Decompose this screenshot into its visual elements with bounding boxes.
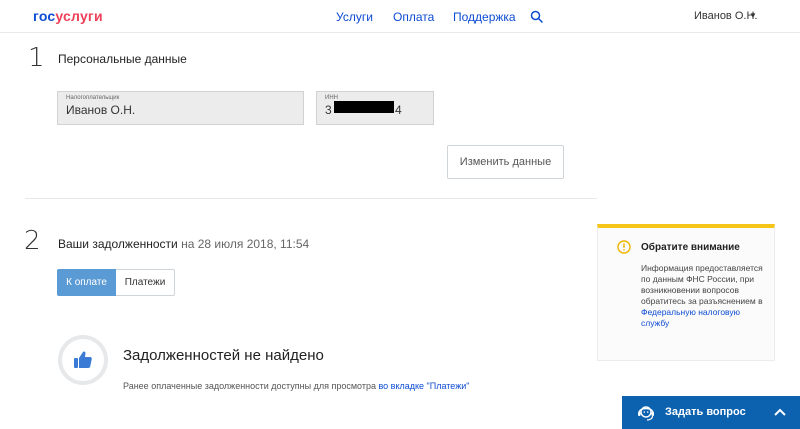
- ask-question-label: Задать вопрос: [665, 406, 746, 418]
- section-title-personal-data: Персональные данные: [58, 52, 187, 66]
- section-title-debts: Ваши задолженности на 28 июля 2018, 11:5…: [58, 237, 309, 251]
- tab-payments[interactable]: Платежи: [116, 269, 175, 296]
- notice-text: Информация предоставляется по данным ФНС…: [641, 263, 766, 329]
- chevron-down-icon[interactable]: ▼: [749, 11, 757, 20]
- debts-date: на 28 июля 2018, 11:54: [177, 237, 310, 251]
- empty-state-note-text: Ранее оплаченные задолженности доступны …: [123, 381, 379, 391]
- empty-state-note: Ранее оплаченные задолженности доступны …: [123, 381, 469, 391]
- search-icon[interactable]: [530, 10, 544, 24]
- edit-data-button[interactable]: Изменить данные: [447, 145, 564, 179]
- notice-body: Информация предоставляется по данным ФНС…: [641, 263, 763, 306]
- top-header: госуслуги Услуги Оплата Поддержка Иванов…: [0, 0, 800, 33]
- inn-field: ИНН 3 4: [316, 91, 434, 125]
- taxpayer-label: Налогоплательщик: [66, 95, 120, 101]
- chevron-up-icon[interactable]: [773, 405, 787, 419]
- step-number-1: 1: [28, 43, 45, 73]
- fns-link[interactable]: Федеральную налоговую службу: [641, 307, 740, 328]
- ask-question-button[interactable]: Задать вопрос: [622, 396, 800, 429]
- taxpayer-value: Иванов О.Н.: [66, 103, 136, 117]
- logo-part-uslugi: услуги: [55, 8, 103, 24]
- nav-services[interactable]: Услуги: [336, 10, 373, 24]
- user-menu-name[interactable]: Иванов О.Н.: [694, 10, 757, 22]
- tab-to-pay[interactable]: К оплате: [57, 269, 116, 296]
- logo-part-gos: гос: [33, 8, 56, 24]
- inn-value-start: 3: [325, 103, 332, 117]
- nav-support[interactable]: Поддержка: [453, 10, 516, 24]
- payments-tab-link[interactable]: во вкладке "Платежи": [379, 381, 470, 391]
- thumbs-up-icon: [58, 335, 108, 385]
- step-number-2: 2: [24, 226, 41, 256]
- inn-redaction: [334, 101, 394, 113]
- inn-value-end: 4: [395, 103, 402, 117]
- notice-panel: Обратите внимание Информация предоставля…: [597, 224, 775, 361]
- debts-title: Ваши задолженности: [58, 237, 178, 251]
- gosuslugi-logo[interactable]: госуслуги: [33, 8, 103, 24]
- taxpayer-field: Налогоплательщик Иванов О.Н.: [57, 91, 304, 125]
- section-divider: [25, 198, 597, 199]
- empty-state-title: Задолженностей не найдено: [123, 347, 324, 364]
- warning-icon: [617, 240, 631, 254]
- nav-payment[interactable]: Оплата: [393, 10, 434, 24]
- operator-icon: [638, 406, 654, 421]
- notice-title: Обратите внимание: [641, 242, 740, 253]
